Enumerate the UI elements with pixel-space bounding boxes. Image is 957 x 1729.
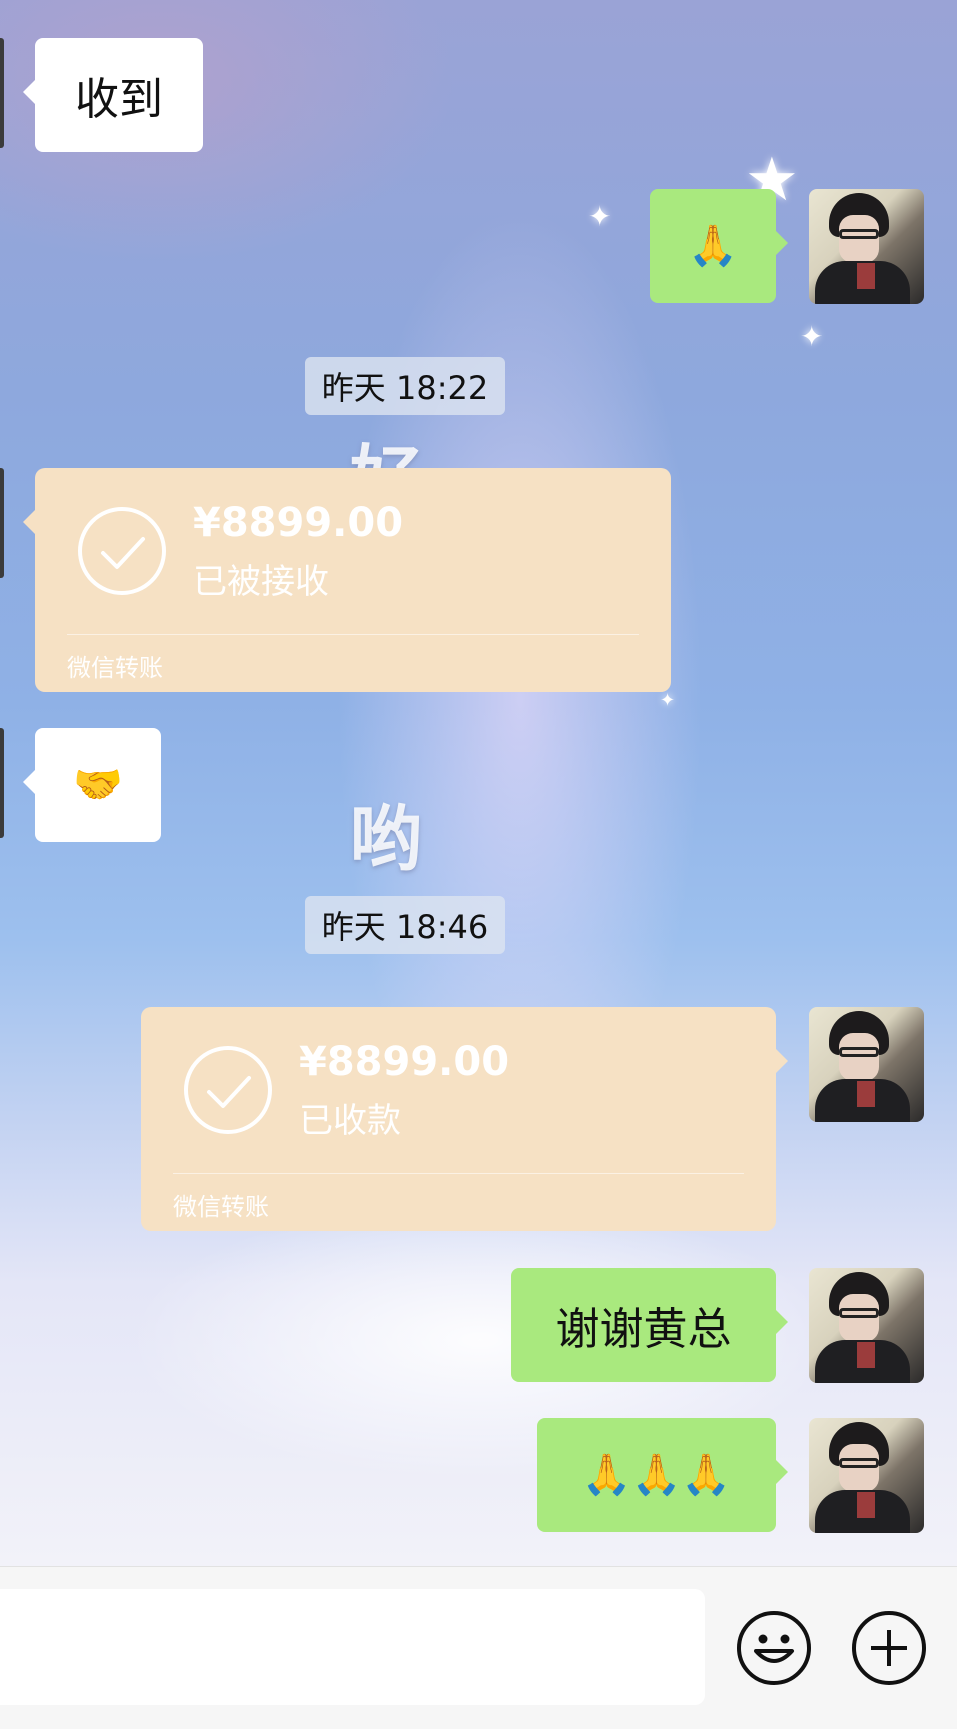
message-emoji: 🙏: [688, 223, 738, 269]
plus-circle-icon[interactable]: [852, 1611, 926, 1685]
message-bubble-incoming[interactable]: 收到: [23, 38, 203, 152]
transfer-status: 已收款: [299, 1101, 401, 1141]
user-avatar[interactable]: [809, 1007, 924, 1122]
transfer-amount: ¥8899.00: [193, 500, 404, 546]
sparkle-icon: ✦: [800, 320, 824, 353]
timestamp: 昨天 18:22: [305, 357, 505, 415]
message-text: 谢谢黄总: [555, 1304, 732, 1355]
contact-avatar[interactable]: [0, 468, 4, 578]
user-avatar[interactable]: [809, 189, 924, 304]
smiley-face-icon[interactable]: [737, 1611, 811, 1685]
transfer-label: 微信转账: [173, 1193, 269, 1221]
message-text: 收到: [75, 74, 163, 125]
check-circle-icon: [184, 1046, 272, 1134]
check-circle-icon: [78, 507, 166, 595]
transfer-card-outgoing[interactable]: ¥8899.00 已收款 微信转账: [141, 1007, 788, 1231]
message-emoji: 🤝: [73, 762, 123, 808]
message-input[interactable]: [0, 1589, 705, 1705]
contact-avatar[interactable]: [0, 38, 4, 148]
user-avatar[interactable]: [809, 1418, 924, 1533]
transfer-card-incoming[interactable]: ¥8899.00 已被接收 微信转账: [23, 468, 671, 692]
transfer-amount: ¥8899.00: [299, 1039, 510, 1085]
sparkle-icon: ✦: [588, 200, 612, 233]
message-bubble-outgoing[interactable]: 🙏🙏🙏: [537, 1418, 788, 1532]
transfer-status: 已被接收: [193, 562, 329, 602]
transfer-divider: [67, 634, 639, 635]
background-decor-char: 哟: [350, 796, 423, 881]
contact-avatar[interactable]: [0, 728, 4, 838]
message-bubble-incoming[interactable]: 🤝: [23, 728, 161, 842]
message-bubble-outgoing[interactable]: 谢谢黄总: [511, 1268, 788, 1382]
user-avatar[interactable]: [809, 1268, 924, 1383]
message-bubble-outgoing[interactable]: 🙏: [650, 189, 788, 303]
message-emoji: 🙏🙏🙏: [581, 1452, 732, 1498]
input-bar: [0, 1566, 957, 1729]
transfer-label: 微信转账: [67, 654, 163, 682]
transfer-divider: [173, 1173, 744, 1174]
sparkle-icon: ✦: [660, 690, 676, 711]
timestamp: 昨天 18:46: [305, 896, 505, 954]
